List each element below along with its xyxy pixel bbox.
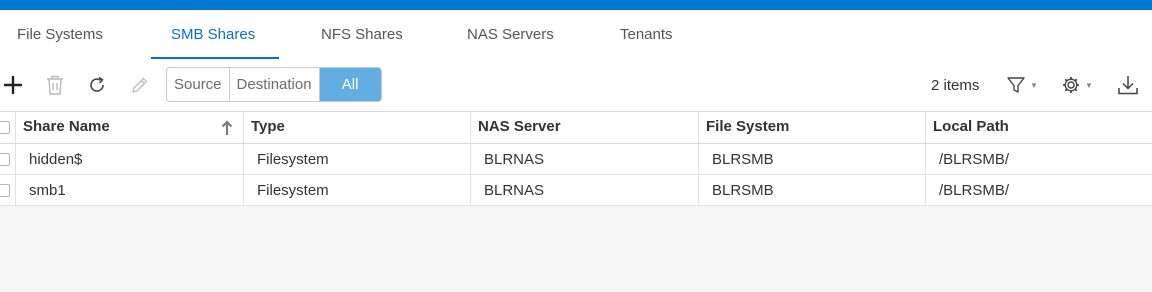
row-checkbox[interactable]	[0, 184, 10, 197]
tab-bar: File Systems SMB Shares NFS Shares NAS S…	[0, 10, 1152, 60]
segment-source[interactable]: Source	[167, 68, 230, 101]
row-checkbox[interactable]	[0, 153, 10, 166]
file-system-cell: BLRSMB	[699, 175, 926, 205]
column-label: Share Name	[23, 118, 110, 135]
top-brand-bar	[0, 0, 1152, 10]
type-cell: Filesystem	[244, 175, 471, 205]
refresh-button[interactable]	[84, 72, 110, 98]
tab-nfs-shares[interactable]: NFS Shares	[321, 26, 403, 43]
column-label: NAS Server	[478, 118, 561, 135]
column-label: Local Path	[933, 118, 1009, 135]
table-row[interactable]: hidden$ Filesystem BLRNAS BLRSMB /BLRSMB…	[0, 144, 1152, 175]
pencil-icon	[132, 77, 148, 93]
tab-smb-shares[interactable]: SMB Shares	[171, 26, 255, 43]
file-system-cell: BLRSMB	[699, 144, 926, 174]
type-cell: Filesystem	[244, 144, 471, 174]
column-header-share-name[interactable]: Share Name	[16, 112, 244, 143]
toolbar: Source Destination All 2 items ▼ ▼	[0, 60, 1152, 110]
settings-button[interactable]: ▼	[1061, 72, 1101, 98]
nas-server-cell: BLRNAS	[471, 144, 699, 174]
trash-icon	[47, 75, 63, 95]
active-tab-indicator	[151, 57, 279, 59]
table-header: Share Name Type NAS Server File System L…	[0, 112, 1152, 144]
table-row[interactable]: smb1 Filesystem BLRNAS BLRSMB /BLRSMB/	[0, 175, 1152, 206]
items-count: 2 items	[931, 77, 980, 94]
filter-icon	[1007, 77, 1025, 93]
select-all-checkbox[interactable]	[0, 121, 10, 134]
select-all-cell	[0, 112, 16, 143]
column-label: Type	[251, 118, 285, 135]
column-header-type[interactable]: Type	[244, 112, 471, 143]
tab-nas-servers[interactable]: NAS Servers	[467, 26, 554, 43]
gear-icon	[1063, 77, 1079, 93]
share-name-cell[interactable]: hidden$	[16, 144, 244, 174]
nas-server-cell: BLRNAS	[471, 175, 699, 205]
share-name-cell[interactable]: smb1	[16, 175, 244, 205]
refresh-icon	[90, 76, 104, 92]
tab-tenants[interactable]: Tenants	[620, 26, 673, 43]
filter-button[interactable]: ▼	[1006, 72, 1046, 98]
column-header-nas-server[interactable]: NAS Server	[471, 112, 699, 143]
chevron-down-icon: ▼	[1085, 80, 1093, 90]
tab-file-systems[interactable]: File Systems	[17, 26, 103, 43]
shares-table: Share Name Type NAS Server File System L…	[0, 111, 1152, 292]
chevron-down-icon: ▼	[1030, 80, 1038, 90]
source-destination-filter: Source Destination All	[166, 67, 382, 102]
column-header-local-path[interactable]: Local Path	[926, 112, 1152, 143]
column-header-file-system[interactable]: File System	[699, 112, 926, 143]
local-path-cell: /BLRSMB/	[939, 182, 1010, 199]
row-select-cell	[0, 175, 16, 205]
download-icon	[1118, 76, 1138, 95]
delete-button[interactable]	[42, 72, 68, 98]
local-path-cell: /BLRSMB/	[939, 151, 1010, 168]
segment-destination[interactable]: Destination	[229, 68, 320, 101]
add-button[interactable]	[0, 72, 26, 98]
sort-ascending-icon[interactable]	[221, 120, 233, 136]
edit-button[interactable]	[127, 72, 153, 98]
plus-icon	[3, 75, 23, 95]
download-button[interactable]	[1115, 72, 1141, 98]
row-select-cell	[0, 144, 16, 174]
segment-all[interactable]: All	[319, 68, 381, 101]
column-label: File System	[706, 118, 790, 135]
